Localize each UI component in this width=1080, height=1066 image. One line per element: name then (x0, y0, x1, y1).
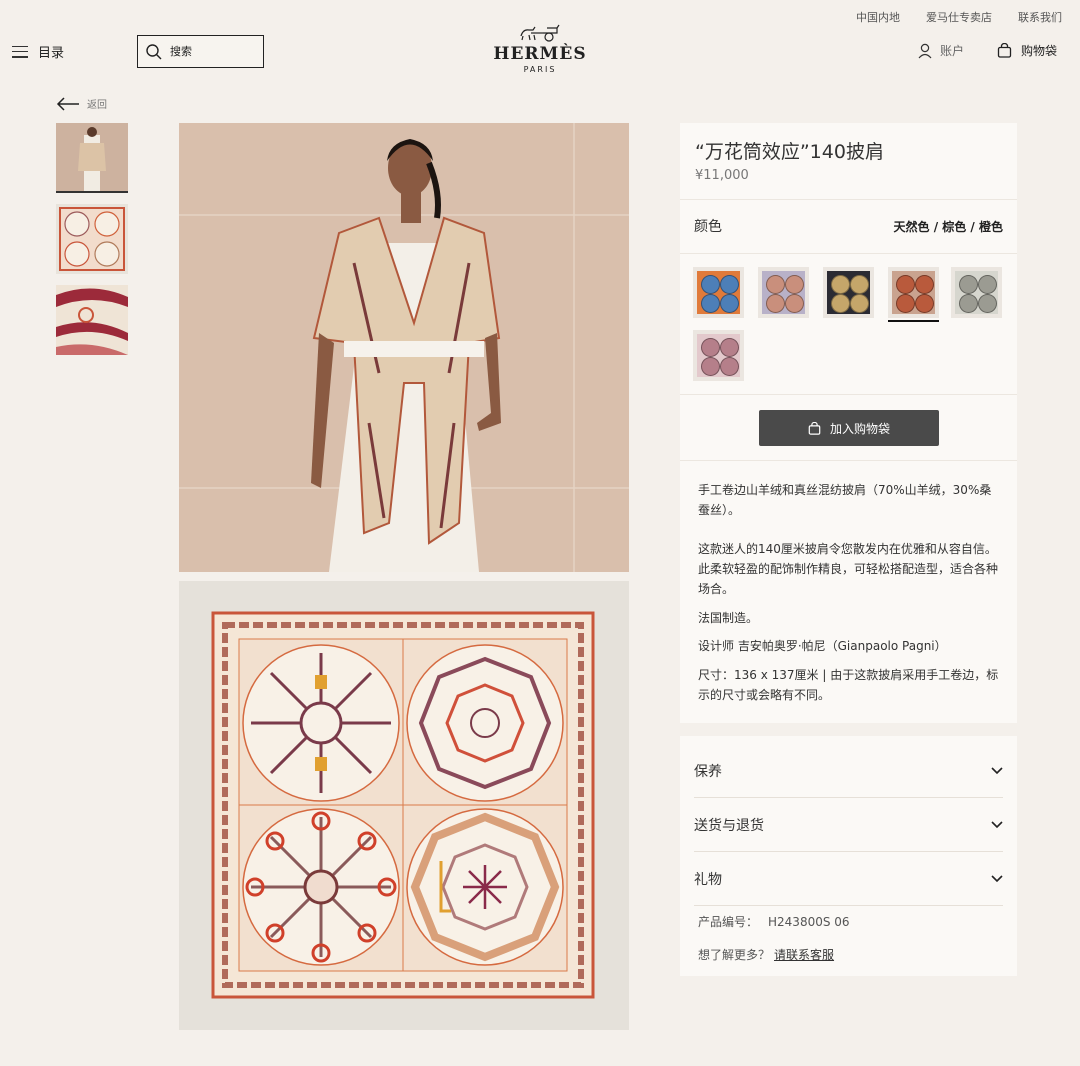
swatch-pattern (762, 271, 805, 314)
product-origin: 法国制造。 (698, 611, 759, 625)
product-model-image (179, 123, 629, 572)
search-icon (146, 43, 162, 59)
thumbnail-model[interactable] (56, 123, 128, 193)
color-swatch-black[interactable] (823, 267, 874, 318)
accordion-label: 送货与退货 (694, 817, 764, 834)
help-label: 想了解更多？ (698, 948, 771, 962)
contact-service-link[interactable]: 请联系客服 (774, 948, 834, 962)
hamburger-icon (12, 45, 28, 58)
product-price: ¥11,000 (695, 168, 749, 183)
color-swatch-lavender[interactable] (758, 267, 809, 318)
contact-link[interactable]: 联系我们 (1018, 9, 1062, 25)
accordion-gift[interactable]: 礼物 (694, 852, 1003, 906)
product-title: “万花筒效应”140披肩 (695, 141, 884, 163)
product-composition: 手工卷边山羊绒和真丝混纺披肩（70%山羊绒，30%桑蚕丝）。 (698, 483, 992, 517)
color-swatch-natural-brown-orange[interactable] (888, 267, 939, 322)
thumbnail-detail[interactable] (56, 285, 128, 355)
divider (680, 199, 1017, 200)
stores-link[interactable]: 爱马仕专卖店 (926, 9, 992, 25)
color-swatch-orange-blue[interactable] (693, 267, 744, 318)
back-link[interactable]: 返回 (56, 96, 107, 111)
swatch-pattern (697, 334, 740, 377)
menu-button[interactable]: 目录 (12, 42, 64, 61)
divider (680, 394, 1017, 395)
scarf-thumbnail-image (56, 204, 128, 274)
accordion-label: 礼物 (694, 871, 722, 888)
swatch-pattern (697, 271, 740, 314)
reference-label: 产品编号： (698, 915, 759, 929)
model-thumbnail-image (56, 123, 128, 191)
product-designer: 设计师 吉安帕奥罗·帕尼（Gianpaolo Pagni） (698, 639, 947, 653)
utility-bar: 中国内地 爱马仕专卖店 联系我们 (856, 9, 1062, 25)
reference-value: H243800S 06 (768, 915, 850, 929)
accordion-shipping-returns[interactable]: 送货与退货 (694, 798, 1003, 852)
accordion-care[interactable]: 保养 (694, 744, 1003, 798)
search-box[interactable] (137, 35, 264, 68)
thumbnail-scarf[interactable] (56, 204, 128, 274)
account-label: 账户 (940, 44, 965, 58)
brand-city: PARIS (523, 65, 557, 74)
divider (680, 253, 1017, 254)
product-reference: 产品编号： H243800S 06 (698, 913, 850, 930)
brand-name: HERMÈS (493, 44, 587, 64)
color-swatch-grey[interactable] (951, 267, 1002, 318)
carriage-logo-icon (520, 24, 560, 42)
bag-icon (997, 43, 1012, 58)
swatch-pattern (955, 271, 998, 314)
color-value: 天然色 / 棕色 / 橙色 (893, 220, 1003, 234)
chevron-down-icon (991, 874, 1003, 882)
shopping-bag-button[interactable]: 购物袋 (997, 42, 1057, 59)
product-dimensions: 尺寸：136 x 137厘米 | 由于这款披肩采用手工卷边，标示的尺寸或会略有不… (698, 668, 999, 702)
add-to-bag-button[interactable]: 加入购物袋 (759, 410, 939, 446)
bag-label: 购物袋 (1021, 44, 1058, 58)
back-label: 返回 (87, 100, 107, 111)
product-details-panel: 保养 送货与退货 礼物 产品编号： H243800S 06 想了解更多？ 请联系客服 (680, 736, 1017, 976)
product-info-panel: “万花筒效应”140披肩 ¥11,000 颜色 天然色 / 棕色 / 橙色 加入… (680, 123, 1017, 723)
locale-link[interactable]: 中国内地 (856, 9, 900, 25)
color-label: 颜色 (694, 219, 722, 235)
add-to-bag-label: 加入购物袋 (829, 421, 890, 436)
detail-thumbnail-image (56, 285, 128, 355)
account-button[interactable]: 账户 (918, 42, 964, 59)
chevron-down-icon (991, 820, 1003, 828)
help-line: 想了解更多？ 请联系客服 (698, 946, 834, 963)
search-input[interactable] (170, 45, 250, 58)
swatch-pattern (827, 271, 870, 314)
accordion-label: 保养 (694, 763, 722, 780)
color-swatch-pink[interactable] (693, 330, 744, 381)
divider (680, 460, 1017, 461)
swatch-pattern (892, 271, 935, 314)
product-description: 这款迷人的140厘米披肩令您散发内在优雅和从容自信。此柔软轻盈的配饰制作精良，可… (698, 542, 999, 596)
product-scarf-image (179, 581, 629, 1030)
brand-logo[interactable]: HERMÈS PARIS (490, 24, 590, 76)
arrow-left-icon (56, 96, 79, 111)
bag-icon (808, 421, 821, 435)
chevron-down-icon (991, 766, 1003, 774)
menu-label: 目录 (38, 46, 65, 61)
user-icon (918, 43, 932, 58)
